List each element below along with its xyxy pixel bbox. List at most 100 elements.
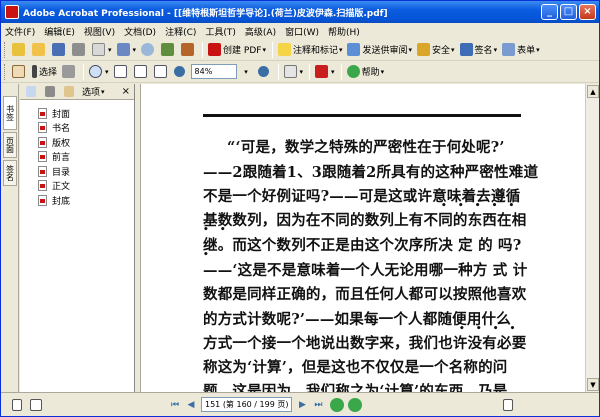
bookmark-contents[interactable]: 目录	[20, 164, 134, 179]
bookmark-label: 正文	[52, 182, 71, 193]
select-label: 选择	[39, 68, 58, 78]
select-tool-button[interactable]: 选择	[30, 63, 59, 81]
two-page-button[interactable]	[28, 396, 46, 414]
zoom-out-icon	[174, 66, 186, 77]
zoom-in-button[interactable]	[256, 63, 274, 81]
menu-comments[interactable]: 注释(C)	[165, 25, 196, 38]
toolbar-grip[interactable]	[4, 41, 7, 58]
menu-tools[interactable]: 工具(T)	[205, 25, 236, 38]
page-header-rule	[203, 114, 521, 117]
attach-button[interactable]: ▾	[115, 41, 139, 59]
search-icon	[141, 43, 155, 56]
page-layout-icon	[12, 398, 22, 411]
menu-view[interactable]: 视图(V)	[84, 25, 115, 38]
organize-button[interactable]	[159, 41, 178, 59]
yahoo-button[interactable]: ▾	[313, 63, 337, 81]
expand-bookmark-button[interactable]	[61, 83, 79, 101]
vertical-scrollbar[interactable]: ▲ ▼	[585, 84, 599, 392]
window-title: Adobe Acrobat Professional - [[维特根斯坦哲学导论…	[23, 8, 388, 19]
menu-advanced[interactable]: 高级(A)	[245, 25, 276, 38]
bookmark-back-cover[interactable]: 封底	[20, 193, 134, 208]
tab-signatures[interactable]: 签名	[3, 160, 17, 186]
bookmark-title[interactable]: 书名	[20, 121, 134, 136]
folder-open-icon	[32, 43, 45, 56]
panel-close-icon[interactable]: ×	[122, 86, 130, 97]
comment-icon	[277, 43, 291, 56]
new-bookmark-icon	[26, 86, 36, 97]
menu-bar: 文件(F) 编辑(E) 视图(V) 文档(D) 注释(C) 工具(T) 高级(A…	[1, 23, 599, 39]
save-button[interactable]	[50, 41, 69, 59]
scroll-up-arrow-icon[interactable]: ▲	[587, 85, 599, 98]
tab-pages[interactable]: 页面	[3, 132, 17, 158]
rotate-view-icon	[283, 65, 297, 78]
bookmark-page-icon	[38, 151, 47, 163]
menu-help[interactable]: 帮助(H)	[328, 25, 360, 38]
open-button[interactable]	[30, 41, 49, 59]
new-bookmark-button[interactable]	[23, 83, 41, 101]
search-button[interactable]	[139, 41, 158, 59]
continuous-layout-button[interactable]	[500, 396, 518, 414]
hand-icon	[12, 65, 25, 78]
zoom-level-input[interactable]: 84%	[190, 64, 237, 79]
fit-width-button[interactable]	[152, 63, 171, 81]
navigation-toolbar: 选择 ▾ 84% ▾ ▾ ▾ 帮助 ▾	[1, 61, 599, 83]
fit-page-button[interactable]	[132, 63, 151, 81]
menu-file[interactable]: 文件(F)	[5, 25, 35, 38]
previous-page-button[interactable]: ◀	[183, 397, 199, 412]
next-page-button[interactable]: ▶	[294, 397, 310, 412]
bookmark-copyright[interactable]: 版权	[20, 135, 134, 150]
comment-markup-button[interactable]: 注释和标记 ▾	[276, 41, 345, 59]
zoom-tool-button[interactable]: ▾	[87, 63, 111, 81]
secure-button[interactable]: 安全 ▾	[415, 41, 457, 59]
text-cursor-icon	[32, 65, 37, 78]
title-bar[interactable]: Adobe Acrobat Professional - [[维特根斯坦哲学导论…	[1, 1, 599, 23]
page-number-field[interactable]: 151 (第 160 / 199 页)	[201, 397, 293, 412]
create-button[interactable]	[10, 41, 29, 59]
scroll-down-arrow-icon[interactable]: ▼	[587, 378, 599, 391]
toolbar-separator	[202, 41, 204, 58]
options-menu[interactable]: 选项 ▾	[80, 83, 107, 101]
fit-width-icon	[153, 65, 167, 78]
bookmark-main-text[interactable]: 正文	[20, 179, 134, 194]
bookmark-preface[interactable]: 前言	[20, 150, 134, 165]
pen-icon	[459, 43, 473, 56]
bookmark-cover[interactable]: 封面	[20, 106, 134, 121]
bookmark-label: 封底	[52, 196, 71, 207]
forms-button[interactable]: 表单 ▾	[500, 41, 542, 59]
toolbar-separator	[271, 41, 273, 58]
sign-button[interactable]: 签名 ▾	[458, 41, 500, 59]
sign-label: 签名	[474, 46, 493, 56]
page-layout-button[interactable]	[9, 396, 27, 414]
toolbar-grip[interactable]	[4, 63, 7, 80]
menu-document[interactable]: 文档(D)	[124, 25, 156, 38]
bookmarks-panel-header: 选项 ▾ ×	[20, 84, 134, 100]
close-button[interactable]: ×	[579, 4, 596, 20]
bookmark-label: 目录	[52, 167, 71, 178]
lock-icon	[417, 43, 431, 56]
previous-view-icon[interactable]	[330, 397, 345, 412]
email-button[interactable]: ▾	[90, 41, 114, 59]
user-button[interactable]	[179, 41, 198, 59]
zoom-dropdown[interactable]: ▾	[237, 63, 255, 81]
next-view-icon[interactable]	[348, 397, 363, 412]
hand-tool-button[interactable]	[10, 63, 29, 81]
rotate-button[interactable]: ▾	[282, 63, 306, 81]
paperclip-icon	[116, 43, 130, 56]
print-button[interactable]	[70, 41, 89, 59]
create-pdf-button[interactable]: 创建 PDF ▾	[206, 41, 268, 59]
snapshot-button[interactable]	[60, 63, 79, 81]
help-button[interactable]: 帮助 ▾	[345, 63, 387, 81]
menu-edit[interactable]: 编辑(E)	[44, 25, 75, 38]
minimize-button[interactable]: _	[541, 4, 558, 20]
zoom-out-button[interactable]	[172, 63, 190, 81]
delete-bookmark-button[interactable]	[42, 83, 60, 101]
maximize-button[interactable]: □	[560, 4, 577, 20]
first-page-button[interactable]: ⏮	[167, 397, 183, 412]
tab-bookmarks[interactable]: 书签	[3, 96, 17, 130]
last-page-button[interactable]: ⏭	[310, 397, 326, 412]
menu-window[interactable]: 窗口(W)	[285, 25, 319, 38]
bookmark-page-icon	[38, 194, 47, 206]
send-review-button[interactable]: 发送供审阅 ▾	[345, 41, 414, 59]
actual-size-button[interactable]	[112, 63, 131, 81]
create-pdf-icon	[208, 43, 222, 56]
